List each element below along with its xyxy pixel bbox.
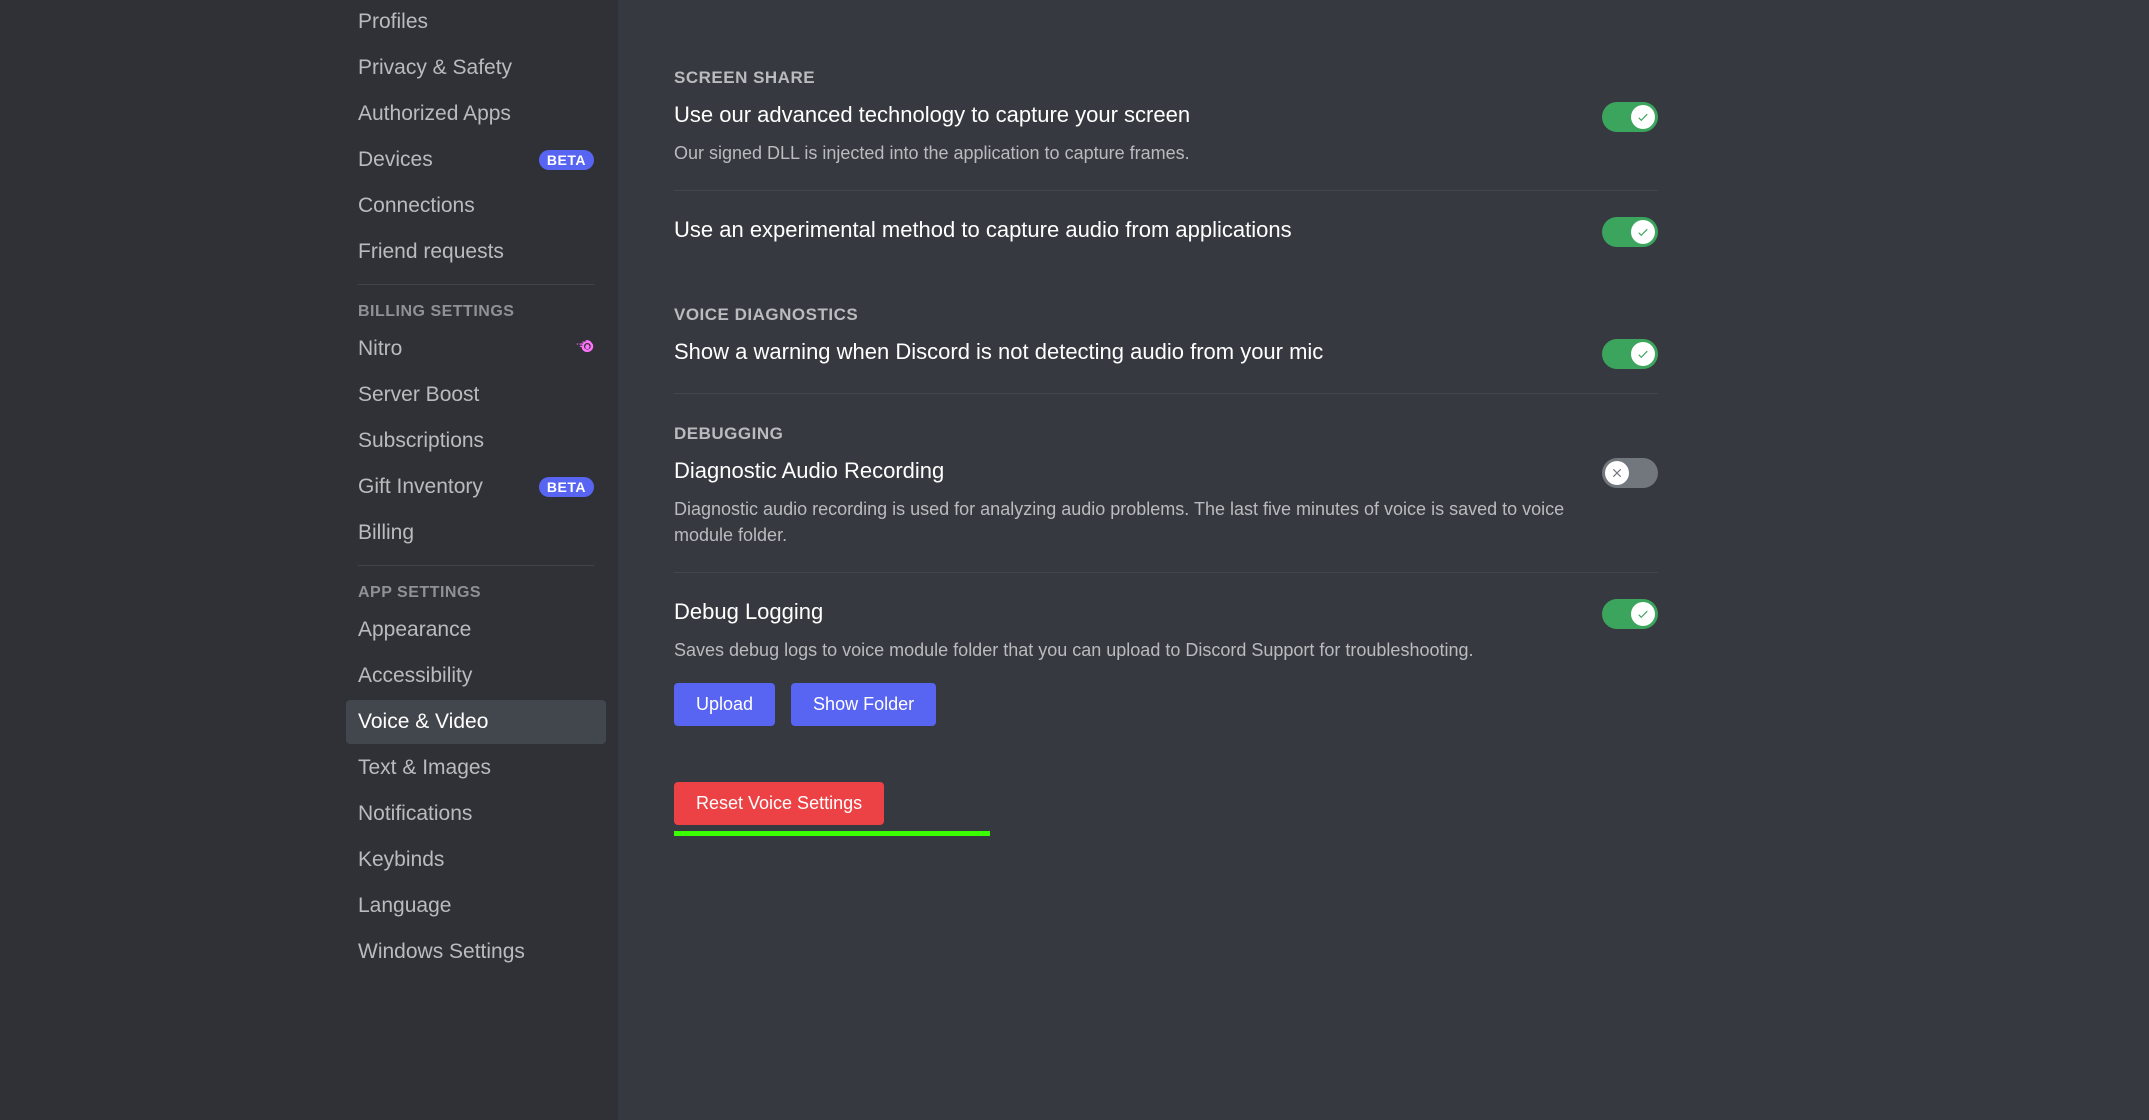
sidebar-item-label: Privacy & Safety bbox=[358, 54, 512, 82]
sidebar-item-subscriptions[interactable]: Subscriptions bbox=[346, 419, 606, 463]
sidebar-section-app: App Settings bbox=[346, 576, 606, 608]
setting-mic-warning: Show a warning when Discord is not detec… bbox=[674, 337, 1658, 369]
sidebar-container: Profiles Privacy & Safety Authorized App… bbox=[0, 0, 618, 1120]
nitro-icon bbox=[576, 335, 594, 363]
sidebar-item-label: Billing bbox=[358, 519, 414, 547]
show-folder-button[interactable]: Show Folder bbox=[791, 683, 936, 726]
sidebar-item-privacy-safety[interactable]: Privacy & Safety bbox=[346, 46, 606, 90]
section-header-voice-diagnostics: Voice Diagnostics bbox=[674, 305, 1658, 325]
check-icon bbox=[1636, 347, 1650, 361]
setting-text: Debug Logging Saves debug logs to voice … bbox=[674, 597, 1578, 663]
sidebar-item-label: Friend requests bbox=[358, 238, 504, 266]
setting-title: Diagnostic Audio Recording bbox=[674, 456, 1578, 486]
setting-title: Use an experimental method to capture au… bbox=[674, 215, 1578, 245]
toggle-knob bbox=[1631, 342, 1655, 366]
x-icon bbox=[1610, 466, 1624, 480]
sidebar-item-label: Appearance bbox=[358, 616, 471, 644]
sidebar-item-label: Devices bbox=[358, 146, 433, 174]
sidebar-item-label: Profiles bbox=[358, 8, 428, 36]
setting-advanced-capture: Use our advanced technology to capture y… bbox=[674, 100, 1658, 166]
sidebar-item-nitro[interactable]: Nitro bbox=[346, 327, 606, 371]
sidebar: Profiles Privacy & Safety Authorized App… bbox=[318, 0, 618, 1120]
check-icon bbox=[1636, 225, 1650, 239]
reset-voice-settings-button[interactable]: Reset Voice Settings bbox=[674, 782, 884, 825]
sidebar-item-text-images[interactable]: Text & Images bbox=[346, 746, 606, 790]
sidebar-item-devices[interactable]: Devices BETA bbox=[346, 138, 606, 182]
check-icon bbox=[1636, 110, 1650, 124]
sidebar-item-label: Subscriptions bbox=[358, 427, 484, 455]
sidebar-item-label: Windows Settings bbox=[358, 938, 525, 966]
sidebar-item-label: Connections bbox=[358, 192, 475, 220]
sidebar-divider bbox=[358, 565, 594, 566]
sidebar-item-label: Language bbox=[358, 892, 451, 920]
sidebar-item-accessibility[interactable]: Accessibility bbox=[346, 654, 606, 698]
sidebar-item-connections[interactable]: Connections bbox=[346, 184, 606, 228]
sidebar-item-friend-requests[interactable]: Friend requests bbox=[346, 230, 606, 274]
check-icon bbox=[1636, 607, 1650, 621]
toggle-mic-warning[interactable] bbox=[1602, 339, 1658, 369]
setting-text: Show a warning when Discord is not detec… bbox=[674, 337, 1578, 367]
toggle-diagnostic-recording[interactable] bbox=[1602, 458, 1658, 488]
setting-divider bbox=[674, 393, 1658, 394]
content-area: Screen Share Use our advanced technology… bbox=[618, 0, 2149, 1120]
section-header-debugging: Debugging bbox=[674, 424, 1658, 444]
toggle-debug-logging[interactable] bbox=[1602, 599, 1658, 629]
sidebar-item-label: Text & Images bbox=[358, 754, 491, 782]
setting-text: Use our advanced technology to capture y… bbox=[674, 100, 1578, 166]
sidebar-item-voice-video[interactable]: Voice & Video bbox=[346, 700, 606, 744]
sidebar-item-language[interactable]: Language bbox=[346, 884, 606, 928]
sidebar-item-billing[interactable]: Billing bbox=[346, 511, 606, 555]
setting-divider bbox=[674, 572, 1658, 573]
sidebar-item-windows-settings[interactable]: Windows Settings bbox=[346, 930, 606, 974]
setting-title: Use our advanced technology to capture y… bbox=[674, 100, 1578, 130]
sidebar-item-label: Notifications bbox=[358, 800, 472, 828]
sidebar-item-gift-inventory[interactable]: Gift Inventory BETA bbox=[346, 465, 606, 509]
sidebar-item-label: Keybinds bbox=[358, 846, 444, 874]
sidebar-item-label: Authorized Apps bbox=[358, 100, 511, 128]
setting-text: Diagnostic Audio Recording Diagnostic au… bbox=[674, 456, 1578, 548]
toggle-knob bbox=[1631, 105, 1655, 129]
toggle-advanced-capture[interactable] bbox=[1602, 102, 1658, 132]
sidebar-item-appearance[interactable]: Appearance bbox=[346, 608, 606, 652]
sidebar-item-keybinds[interactable]: Keybinds bbox=[346, 838, 606, 882]
toggle-knob bbox=[1631, 602, 1655, 626]
setting-desc: Saves debug logs to voice module folder … bbox=[674, 637, 1578, 663]
beta-badge: BETA bbox=[539, 150, 594, 170]
sidebar-section-billing: Billing Settings bbox=[346, 295, 606, 327]
setting-divider bbox=[674, 190, 1658, 191]
sidebar-item-label: Nitro bbox=[358, 335, 402, 363]
sidebar-divider bbox=[358, 284, 594, 285]
setting-desc: Our signed DLL is injected into the appl… bbox=[674, 140, 1578, 166]
setting-experimental-audio: Use an experimental method to capture au… bbox=[674, 215, 1658, 247]
sidebar-item-profiles[interactable]: Profiles bbox=[346, 0, 606, 44]
sidebar-item-label: Voice & Video bbox=[358, 708, 488, 736]
toggle-knob bbox=[1631, 220, 1655, 244]
toggle-experimental-audio[interactable] bbox=[1602, 217, 1658, 247]
debug-buttons: Upload Show Folder bbox=[674, 683, 1658, 726]
section-header-screen-share: Screen Share bbox=[674, 68, 1658, 88]
content-inner: Screen Share Use our advanced technology… bbox=[674, 0, 1658, 1120]
setting-desc: Diagnostic audio recording is used for a… bbox=[674, 496, 1578, 548]
beta-badge: BETA bbox=[539, 477, 594, 497]
upload-button[interactable]: Upload bbox=[674, 683, 775, 726]
setting-title: Show a warning when Discord is not detec… bbox=[674, 337, 1578, 367]
setting-debug-logging: Debug Logging Saves debug logs to voice … bbox=[674, 597, 1658, 663]
sidebar-item-label: Gift Inventory bbox=[358, 473, 483, 501]
reset-highlight: Reset Voice Settings bbox=[674, 782, 990, 836]
sidebar-item-label: Server Boost bbox=[358, 381, 479, 409]
sidebar-item-authorized-apps[interactable]: Authorized Apps bbox=[346, 92, 606, 136]
toggle-knob bbox=[1605, 461, 1629, 485]
sidebar-item-notifications[interactable]: Notifications bbox=[346, 792, 606, 836]
setting-text: Use an experimental method to capture au… bbox=[674, 215, 1578, 245]
setting-diagnostic-recording: Diagnostic Audio Recording Diagnostic au… bbox=[674, 456, 1658, 548]
sidebar-item-server-boost[interactable]: Server Boost bbox=[346, 373, 606, 417]
sidebar-item-label: Accessibility bbox=[358, 662, 472, 690]
setting-title: Debug Logging bbox=[674, 597, 1578, 627]
